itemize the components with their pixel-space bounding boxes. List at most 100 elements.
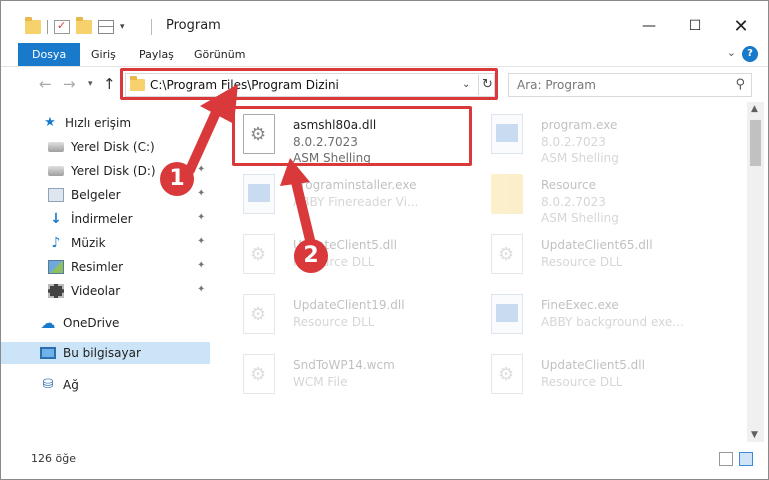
exe-file-icon — [243, 174, 275, 214]
this-pc-icon — [40, 347, 56, 359]
sidebar-item-label: İndirmeler — [71, 212, 133, 226]
callout-number-2: 2 — [294, 239, 328, 273]
file-version: Resource DLL — [293, 315, 375, 329]
sidebar-item-pictures[interactable]: Resimler ✦ — [1, 256, 213, 278]
file-tile[interactable]: FineExec.exe ABBY background exe... — [469, 288, 709, 346]
dll-file-icon — [491, 234, 523, 274]
customize-toolbar-icon[interactable]: ▾ — [120, 22, 125, 32]
scrollbar-thumb[interactable] — [750, 120, 761, 166]
back-button[interactable]: ← — [39, 75, 52, 93]
file-name: Resource — [541, 178, 597, 192]
search-icon[interactable]: ⚲ — [735, 77, 745, 92]
help-icon[interactable]: ? — [742, 46, 758, 62]
sidebar-item-onedrive[interactable]: ☁ OneDrive — [1, 312, 213, 334]
disk-icon — [48, 166, 64, 176]
file-name: program.exe — [541, 118, 618, 132]
status-bar: 126 öğe — [1, 444, 768, 479]
onedrive-icon: ☁ — [40, 314, 56, 332]
quick-access-toolbar: ✓ ▾ — [25, 17, 125, 37]
sidebar-item-videos[interactable]: Videolar ✦ — [1, 280, 213, 302]
callout-number-1: 1 — [160, 162, 194, 196]
toolbar-divider — [47, 20, 48, 34]
pin-icon[interactable]: ✦ — [197, 140, 205, 151]
tab-home[interactable]: Giriş — [79, 43, 128, 66]
file-tile[interactable]: UpdateClient19.dll Resource DLL — [221, 288, 461, 346]
exe-file-icon — [491, 114, 523, 154]
file-name: SndToWP14.wcm — [293, 358, 395, 372]
close-button[interactable]: ✕ — [718, 11, 764, 41]
sidebar-item-label: Ağ — [63, 378, 79, 392]
search-box[interactable]: Ara: Program ⚲ — [508, 73, 752, 97]
tab-file[interactable]: Dosya — [18, 43, 81, 66]
recent-locations-button[interactable]: ▾ — [88, 79, 93, 89]
file-version: Resource DLL — [541, 375, 623, 389]
sidebar-item-quick-access[interactable]: ★ Hızlı erişim — [1, 112, 213, 134]
file-tile[interactable]: UpdateClient5.dll Resource DLL — [469, 348, 709, 406]
sidebar-item-this-pc[interactable]: Bu bilgisayar — [1, 342, 210, 364]
download-icon: ↓ — [50, 211, 62, 227]
sidebar-item-label: Yerel Disk (C:) — [71, 140, 155, 154]
file-version: Resource DLL — [541, 255, 623, 269]
videos-icon — [48, 284, 64, 298]
address-highlight-box — [120, 68, 498, 100]
sidebar-item-music[interactable]: ♪ Müzik ✦ — [1, 232, 213, 254]
pin-icon[interactable]: ✦ — [197, 236, 205, 247]
vertical-scrollbar[interactable]: ▲ ▼ — [747, 102, 764, 442]
network-icon: ⛁ — [42, 377, 54, 392]
dll-file-icon — [243, 234, 275, 274]
sidebar-item-downloads[interactable]: ↓ İndirmeler ✦ — [1, 208, 213, 230]
new-folder-icon[interactable] — [76, 17, 92, 34]
tab-view[interactable]: Görünüm — [182, 43, 257, 66]
star-icon: ★ — [44, 115, 56, 130]
file-tile[interactable]: UpdateClient5.dll Resource DLL — [221, 228, 461, 286]
scroll-up-icon[interactable]: ▲ — [751, 104, 758, 114]
sidebar-item-label: Videolar — [71, 284, 121, 298]
title-bar: ✓ ▾ Program — ☐ ✕ — [1, 1, 768, 41]
file-highlight-box — [232, 106, 472, 166]
exe-file-icon — [491, 294, 523, 334]
file-name: UpdateClient5.dll — [541, 358, 645, 372]
pin-icon[interactable]: ✦ — [197, 284, 205, 295]
file-tile[interactable]: Resource 8.0.2.7023 ASM Shelling — [469, 168, 709, 226]
sidebar-item-label: Yerel Disk (D:) — [71, 164, 156, 178]
file-tile[interactable]: programinstaller.exe ABBY Finereader Vi.… — [221, 168, 461, 226]
wcm-file-icon — [243, 354, 275, 394]
music-icon: ♪ — [51, 235, 61, 251]
scroll-down-icon[interactable]: ▼ — [751, 430, 758, 440]
file-version: WCM File — [293, 375, 348, 389]
sidebar-item-network[interactable]: ⛁ Ağ — [1, 374, 213, 396]
documents-icon — [48, 188, 64, 202]
pin-icon[interactable]: ✦ — [197, 164, 205, 175]
ribbon-expand-icon[interactable]: ⌄ — [727, 46, 736, 59]
file-name: FineExec.exe — [541, 298, 619, 312]
sidebar-item-label: OneDrive — [63, 316, 120, 330]
pin-icon[interactable]: ✦ — [197, 188, 205, 199]
file-tile[interactable]: SndToWP14.wcm WCM File — [221, 348, 461, 406]
details-view-icon[interactable] — [719, 452, 733, 466]
ribbon-tabs: Dosya Giriş Paylaş Görünüm ⌄ ? — [1, 43, 768, 67]
sidebar-item-label: Müzik — [71, 236, 106, 250]
up-button[interactable]: ↑ — [103, 75, 116, 93]
dll-file-icon — [243, 294, 275, 334]
search-input[interactable]: Ara: Program — [517, 78, 596, 92]
file-description: ASM Shelling — [541, 211, 619, 225]
tab-share[interactable]: Paylaş — [127, 43, 186, 66]
folder-icon — [491, 174, 523, 214]
window-title: Program — [166, 18, 221, 33]
forward-button[interactable]: → — [63, 75, 76, 93]
file-name: programinstaller.exe — [293, 178, 417, 192]
properties-icon[interactable]: ✓ — [54, 19, 70, 34]
file-tile[interactable]: program.exe 8.0.2.7023 ASM Shelling — [469, 108, 709, 166]
pin-icon[interactable]: ✦ — [197, 212, 205, 223]
navigation-pane: ★ Hızlı erişim Yerel Disk (C:) ✦ Yerel D… — [1, 102, 213, 442]
sidebar-item-local-disk-c[interactable]: Yerel Disk (C:) ✦ — [1, 136, 213, 158]
large-icons-view-icon[interactable] — [739, 452, 753, 466]
minimize-button[interactable]: — — [626, 11, 672, 41]
maximize-button[interactable]: ☐ — [672, 11, 718, 41]
view-options-icon[interactable] — [98, 20, 114, 34]
file-tile[interactable]: UpdateClient65.dll Resource DLL — [469, 228, 709, 286]
sidebar-item-label: Hızlı erişim — [65, 116, 132, 130]
item-count: 126 öğe — [31, 452, 76, 465]
pin-icon[interactable]: ✦ — [197, 260, 205, 271]
disk-icon — [48, 142, 64, 152]
